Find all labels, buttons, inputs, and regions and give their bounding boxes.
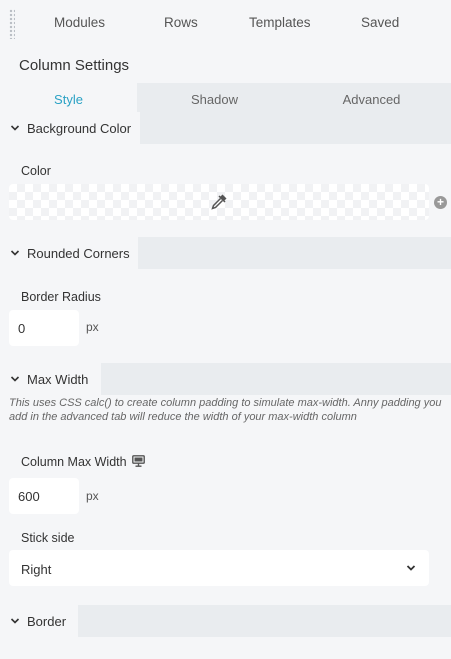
chevron-down-icon: [10, 250, 20, 256]
monitor-icon[interactable]: [132, 455, 145, 467]
section-toggle-border[interactable]: Border: [0, 605, 78, 637]
section-border: Border: [0, 605, 451, 637]
chevron-down-icon: [10, 125, 20, 131]
stick-side-value: Right: [21, 562, 52, 577]
top-tab-saved[interactable]: Saved: [361, 15, 399, 30]
section-title: Rounded Corners: [27, 245, 130, 261]
top-bar: Modules Rows Templates Saved: [0, 0, 451, 48]
chevron-down-icon: [10, 618, 20, 624]
section-rounded-corners: Rounded Corners: [0, 237, 451, 269]
color-label: Color: [21, 164, 51, 178]
column-max-width-input[interactable]: [9, 478, 79, 514]
color-picker-icon: [211, 194, 227, 210]
add-color-icon[interactable]: +: [434, 196, 447, 209]
top-tab-modules[interactable]: Modules: [54, 15, 105, 30]
column-max-width-label: Column Max Width: [21, 455, 127, 469]
drag-handle-icon[interactable]: [9, 9, 15, 39]
section-toggle-rounded[interactable]: Rounded Corners: [0, 237, 138, 269]
section-title: Max Width: [27, 371, 89, 387]
panel-title: Column Settings: [19, 57, 130, 74]
border-radius-label: Border Radius: [21, 290, 101, 304]
section-toggle-background[interactable]: Background Color: [0, 112, 140, 144]
section-background-color: Background Color: [0, 112, 451, 144]
stick-side-select[interactable]: Right: [9, 550, 429, 586]
column-max-width-unit: px: [86, 489, 99, 503]
section-title: Background Color: [27, 120, 132, 136]
top-tab-templates[interactable]: Templates: [249, 15, 311, 30]
caret-down-icon: [406, 565, 416, 571]
stick-side-label: Stick side: [21, 531, 75, 545]
section-toggle-max-width[interactable]: Max Width: [0, 363, 101, 395]
top-tab-rows[interactable]: Rows: [164, 15, 198, 30]
color-field[interactable]: [9, 184, 429, 220]
section-max-width: Max Width: [0, 363, 451, 395]
chevron-down-icon: [10, 376, 20, 382]
section-title: Border: [27, 613, 67, 629]
max-width-help-text: This uses CSS calc() to create column pa…: [9, 397, 442, 423]
border-radius-unit: px: [86, 320, 99, 334]
border-radius-input[interactable]: [9, 310, 79, 346]
